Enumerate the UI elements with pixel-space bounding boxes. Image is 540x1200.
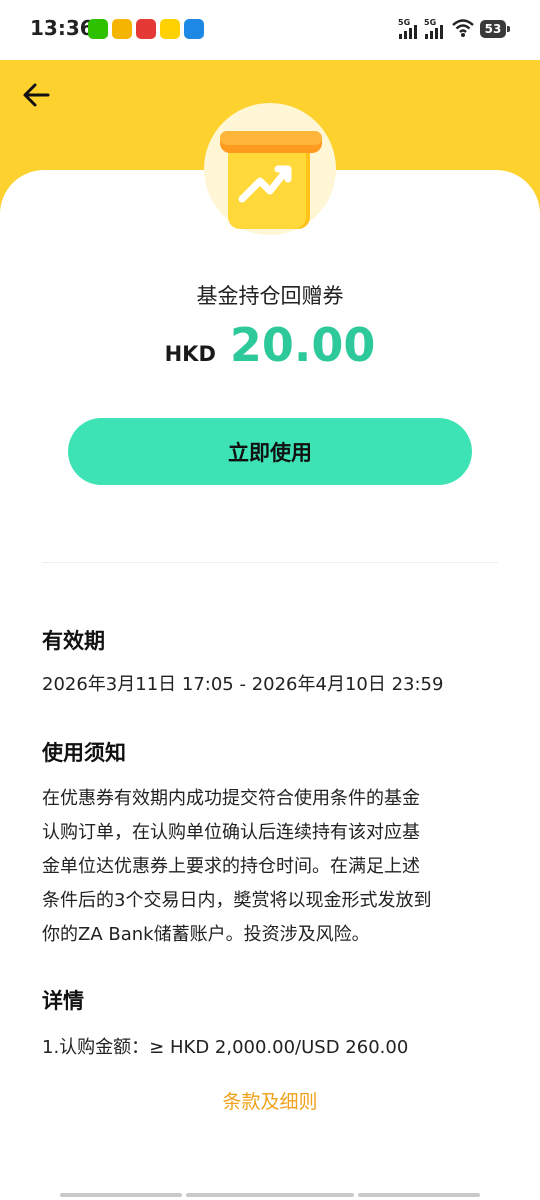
cellular-signal-icon: 5G (398, 18, 420, 40)
currency-label: HKD (164, 342, 216, 366)
terms-link[interactable]: 条款及细则 (0, 1087, 540, 1114)
nav-bar-segment (60, 1193, 182, 1197)
amount-value: 20.00 (229, 318, 376, 372)
coupon-icon-container (204, 103, 336, 235)
divider (42, 562, 498, 563)
usage-notice-line: 条件后的3个交易日内，奬赏将以现金形式发放到 (42, 890, 432, 911)
nav-bar-segment (186, 1193, 354, 1197)
meituan-icon (160, 19, 180, 39)
coupon-title: 基金持仓回赠券 (196, 284, 344, 308)
details-heading: 详情 (42, 989, 84, 1013)
usage-notice-line: 金单位达优惠券上要求的持仓时间。在满足上述 (42, 856, 420, 877)
arrow-left-icon[interactable] (20, 78, 54, 112)
cellular-signal-icon: 5G (424, 18, 446, 40)
use-now-button[interactable]: 立即使用 (68, 418, 472, 485)
wifi-icon (452, 19, 474, 37)
wechat-icon (88, 19, 108, 39)
coupon-amount: HKD 20.00 (0, 318, 540, 372)
usage-notice-text: 在优惠券有效期内成功提交符合使用条件的基金 认购订单，在认购单位确认后连续持有该… (42, 782, 512, 952)
status-time: 13:36 (30, 16, 94, 40)
mail-app-icon (112, 19, 132, 39)
details-item: 1.认购金额：≥ HKD 2,000.00/USD 260.00 (42, 1037, 409, 1058)
usage-notice-line: 认购订单，在认购单位确认后连续持有该对应基 (42, 822, 420, 843)
battery-icon: 53 (480, 20, 510, 38)
taobao-icon (136, 19, 156, 39)
status-bar: 13:36 5G 5G 53 (0, 0, 540, 60)
fund-coupon-icon (220, 131, 322, 229)
app-icon (184, 19, 204, 39)
validity-value: 2026年3月11日 17:05 - 2026年4月10日 23:59 (42, 674, 444, 695)
nav-bar-segment (358, 1193, 480, 1197)
validity-heading: 有效期 (42, 629, 105, 653)
usage-notice-line: 你的ZA Bank储蓄账户。投资涉及风险。 (42, 924, 370, 945)
usage-notice-heading: 使用须知 (42, 741, 126, 765)
usage-notice-line: 在优惠券有效期内成功提交符合使用条件的基金 (42, 788, 420, 809)
